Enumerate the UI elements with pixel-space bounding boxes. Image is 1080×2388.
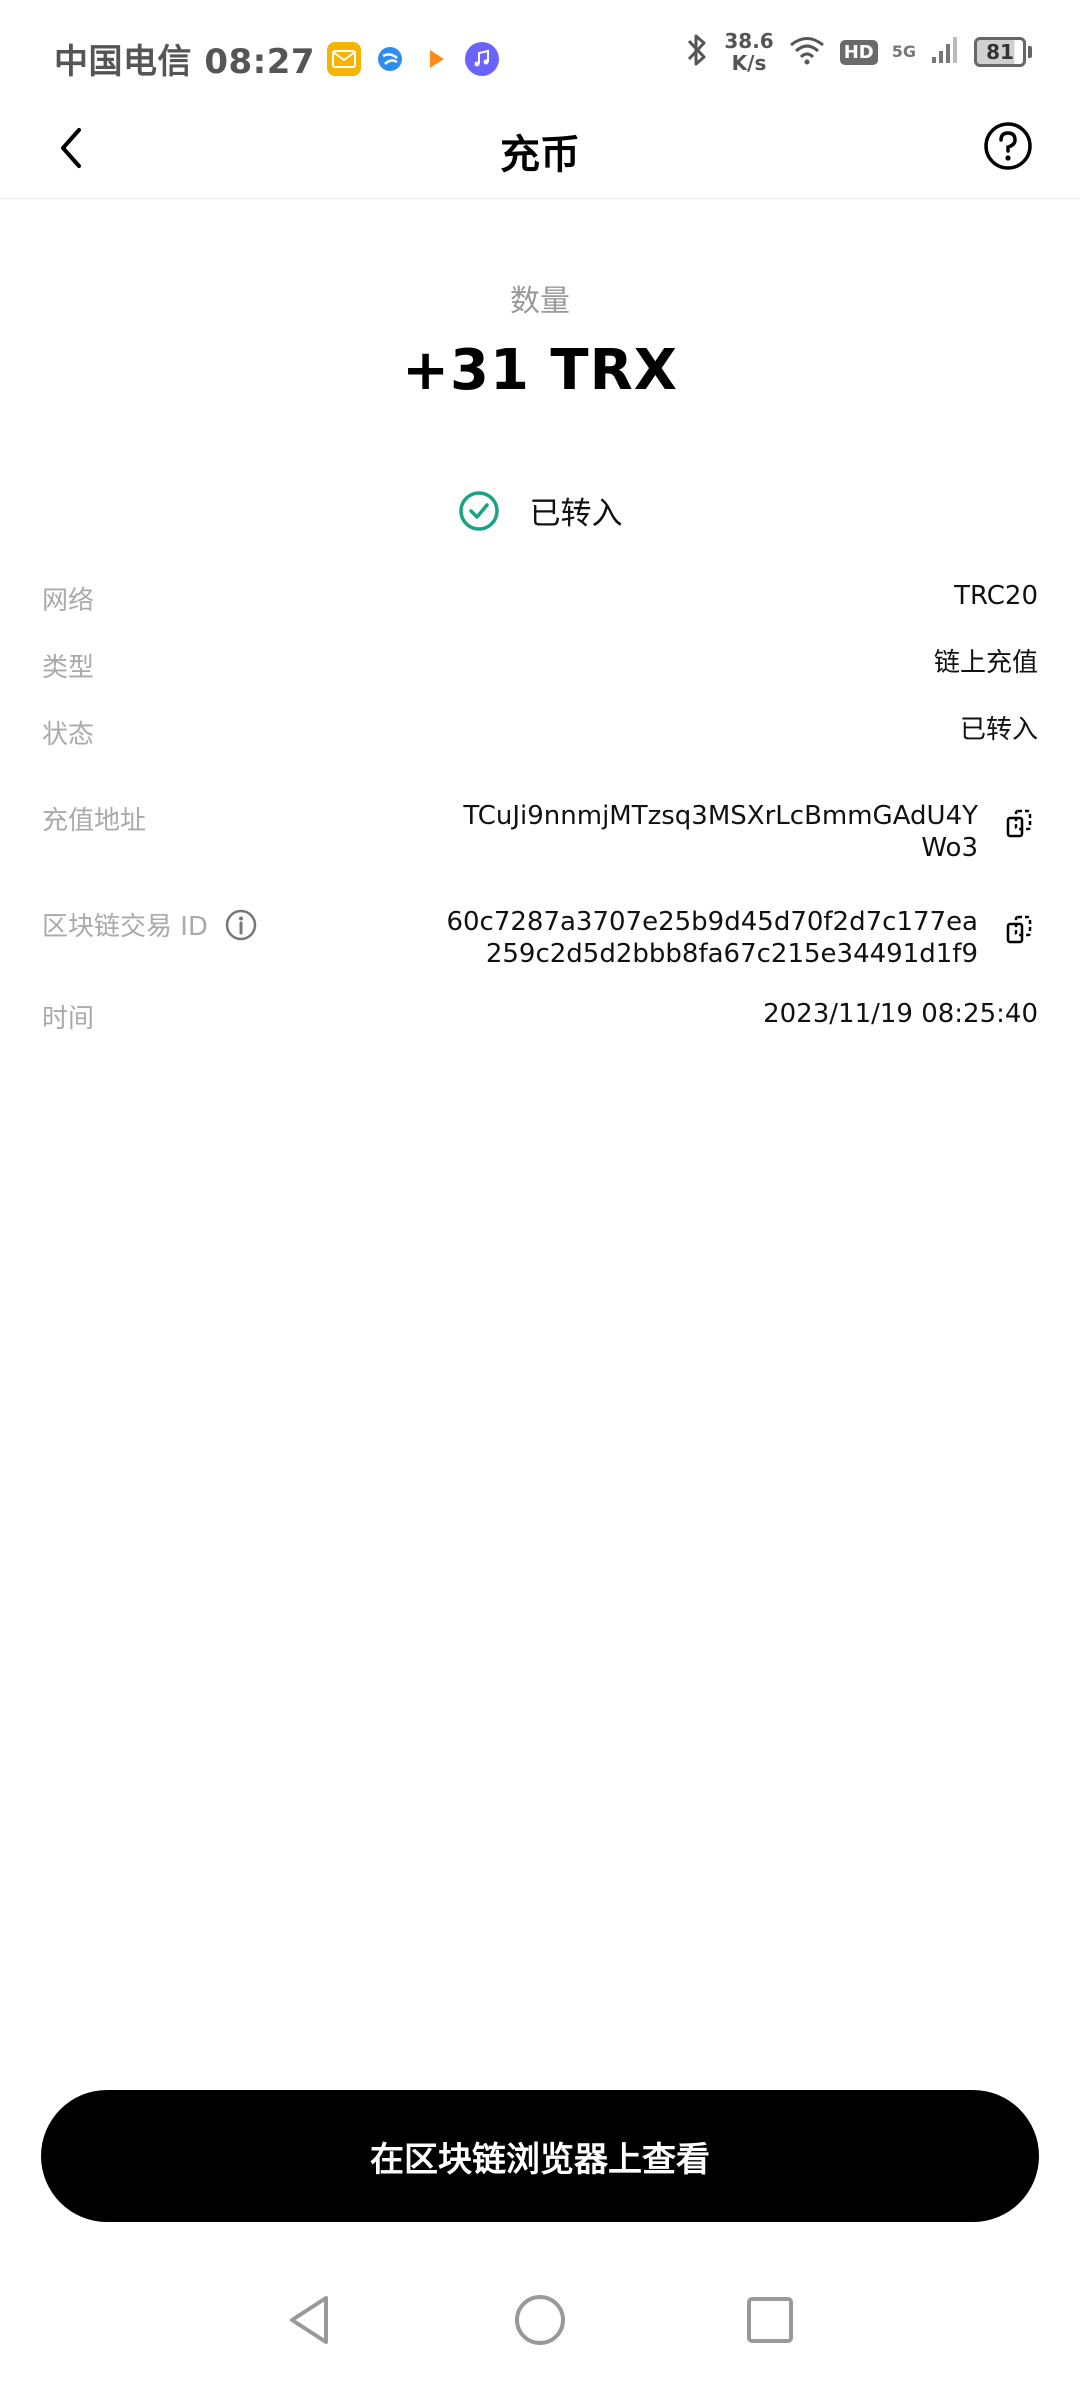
status-left: 中国电信 08:27	[54, 34, 500, 83]
address-label: 充值地址	[42, 806, 147, 836]
amount-value: +31 TRX	[402, 338, 678, 403]
speed-unit: K/s	[731, 51, 767, 75]
status-bar: 中国电信 08:27 38.6 K/s HD 5G 81	[0, 0, 1080, 100]
check-circle-icon	[458, 490, 499, 531]
amount-label: 数量	[510, 284, 570, 319]
copy-address-button[interactable]	[1002, 806, 1038, 842]
type-value: 链上充值	[933, 648, 1038, 678]
type-label: 类型	[42, 653, 95, 683]
state-label: 状态	[42, 720, 95, 750]
tx-id-label: 区块链交易 ID	[42, 906, 258, 943]
deposit-status-text: 已转入	[529, 496, 623, 532]
circle-home-icon	[515, 2295, 565, 2345]
address-value: TCuJi9nnmjMTzsq3MSXrLcBmmGAdU4YWo3	[463, 801, 978, 863]
signal-icon	[930, 35, 960, 69]
battery-level: 81	[974, 37, 1026, 67]
carrier-time: 中国电信 08:27	[54, 42, 316, 82]
system-nav-bar	[0, 2290, 1080, 2388]
network-label: 网络	[42, 586, 95, 616]
time-value: 2023/11/19 08:25:40	[763, 999, 1038, 1029]
state-value: 已转入	[959, 715, 1038, 745]
triangle-back-icon	[290, 2296, 328, 2344]
hd-badge: HD	[839, 39, 878, 65]
tx-id-value: 60c7287a3707e25b9d45d70f2d7c177ea259c2d5…	[446, 907, 978, 969]
page-header: 充币	[0, 100, 1080, 199]
page-title: 充币	[500, 132, 580, 178]
bluetooth-icon	[684, 31, 710, 73]
battery-tip	[1028, 46, 1032, 58]
music-icon	[465, 41, 500, 76]
tx-id-label-text: 区块链交易 ID	[42, 912, 208, 942]
nav-home-button[interactable]	[510, 2290, 570, 2350]
mail-icon	[327, 41, 362, 76]
help-button[interactable]	[980, 118, 1036, 174]
battery-icon: 81	[974, 37, 1032, 67]
browser-icon	[373, 41, 408, 76]
copy-icon	[1006, 915, 1032, 944]
square-recents-icon	[747, 2297, 793, 2343]
network-value: TRC20	[954, 581, 1038, 611]
info-icon[interactable]	[224, 908, 258, 942]
deposit-status: 已转入	[0, 488, 1080, 533]
time-label: 时间	[42, 1004, 95, 1034]
copy-tx-id-button[interactable]	[1002, 912, 1038, 948]
wifi-icon	[788, 35, 826, 69]
video-icon	[419, 41, 454, 76]
speed-value: 38.6	[724, 29, 774, 53]
nav-back-button[interactable]	[280, 2290, 340, 2350]
nav-recents-button[interactable]	[740, 2290, 800, 2350]
help-circle-icon	[984, 122, 1032, 170]
network-type-label: 5G	[891, 42, 916, 61]
copy-icon	[1006, 809, 1032, 838]
network-speed: 38.6 K/s	[724, 30, 773, 74]
view-on-explorer-button[interactable]: 在区块链浏览器上查看	[41, 2090, 1039, 2222]
status-right: 38.6 K/s HD 5G 81	[684, 30, 1032, 74]
